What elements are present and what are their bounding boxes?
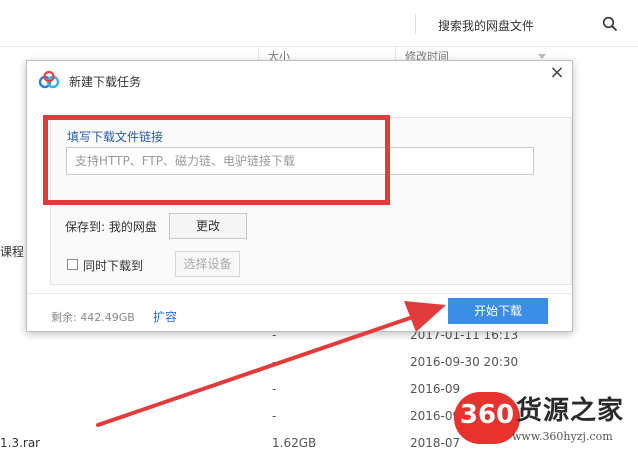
search-icon[interactable] [602,16,618,32]
watermark-text: 货源之家 [516,396,625,426]
site-watermark: 360 货源之家 www.360hyzj.com [454,386,638,464]
select-device-button[interactable]: 选择设备 [175,251,240,277]
row-size: - [272,409,277,423]
search-files-label[interactable]: 搜索我的网盘文件 [438,17,534,34]
simultaneous-download-label: 同时下载到 [83,259,144,273]
row-size: - [272,382,277,396]
remaining-space-label: 剩余: 442.49GB [51,311,135,324]
row-size: 1.62GB [272,436,317,450]
close-icon[interactable]: × [549,64,565,82]
new-download-dialog: 新建下载任务 × 填写下载文件链接 保存到: 我的网盘 更改 同时下载到 选择设… [26,60,573,332]
file-name-fragment: 课程 [0,245,25,259]
dialog-header: 新建下载任务 × [27,61,572,99]
start-download-button[interactable]: 开始下载 [448,298,548,324]
row-date: 2018-07 [410,436,461,450]
row-date: 2016-09-30 20:30 [410,355,519,369]
background-toolbar [0,0,638,47]
row-date: 2016-09 [410,382,461,396]
save-location-label: 保存到: 我的网盘 [65,220,157,234]
watermark-badge-text: 360 [459,400,515,430]
expand-capacity-link[interactable]: 扩容 [153,308,177,325]
row-date: 2016-09 [410,409,461,423]
highlight-annotation-box [43,115,390,205]
row-size: - [272,355,277,369]
footer-divider [27,293,572,294]
simultaneous-download-checkbox[interactable] [67,259,78,270]
watermark-url: www.360hyzj.com [512,430,613,443]
file-name-fragment: 1.3.rar [0,436,41,450]
toolbar-divider [415,14,416,34]
baidu-netdisk-logo-icon [38,70,60,89]
change-location-button[interactable]: 更改 [169,213,247,239]
dialog-title: 新建下载任务 [69,75,142,89]
